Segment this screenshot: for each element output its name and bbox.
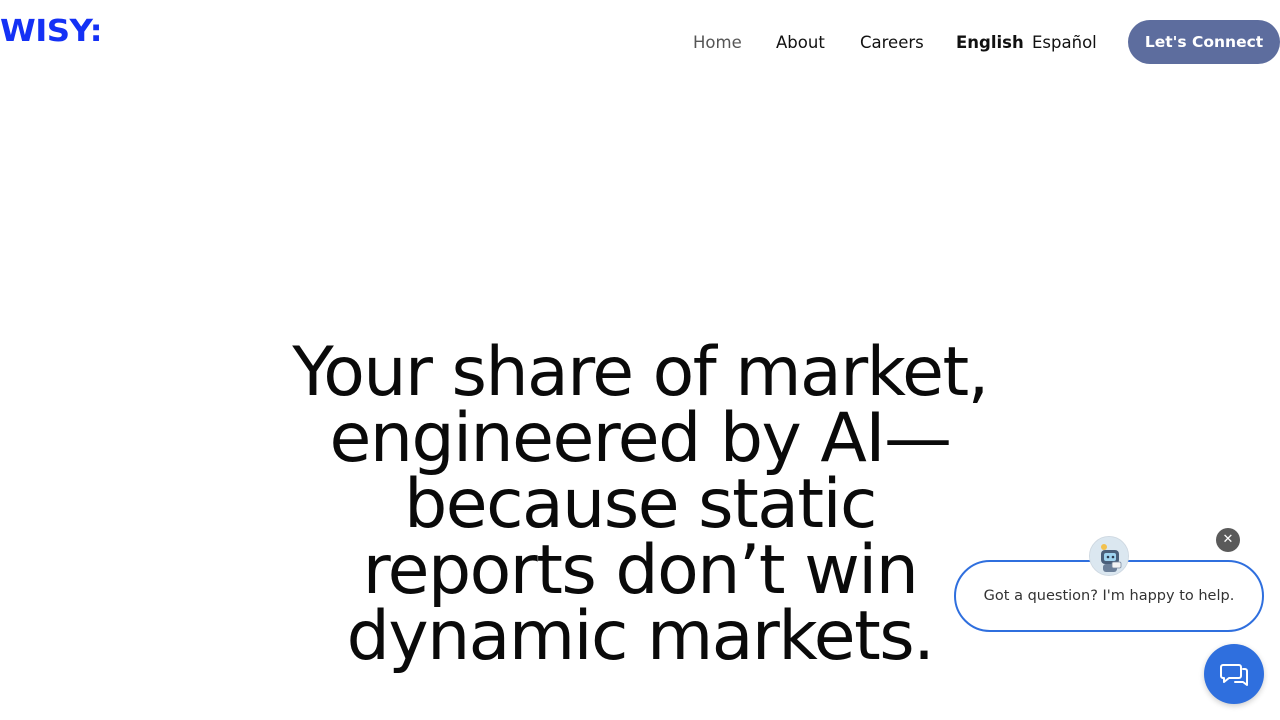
hero-line: Your share of market, xyxy=(292,333,989,412)
hero-headline: Your share of market, engineered by AI— … xyxy=(240,333,1040,676)
robot-avatar-icon xyxy=(1089,536,1129,576)
hero-line: engineered by AI— xyxy=(329,399,952,478)
chat-bubbles-icon[interactable] xyxy=(1204,644,1264,704)
page: WISY: Home About Careers English Español… xyxy=(0,0,1280,720)
nav-about-link[interactable]: About xyxy=(776,28,825,58)
lang-espanol-link[interactable]: Español xyxy=(1032,28,1097,58)
chat-prompt-text: Got a question? I'm happy to help. xyxy=(983,588,1235,604)
main-nav: Home About Careers English Español xyxy=(0,28,1280,58)
nav-careers-link[interactable]: Careers xyxy=(860,28,924,58)
chat-close-icon[interactable]: ✕ xyxy=(1216,528,1240,552)
lets-connect-button[interactable]: Let's Connect xyxy=(1128,20,1280,64)
hero-line: reports don’t win xyxy=(362,531,919,610)
nav-home-link[interactable]: Home xyxy=(693,28,742,58)
lang-english-link[interactable]: English xyxy=(956,28,1024,58)
hero-line: dynamic markets. xyxy=(346,597,935,676)
hero-line: because static xyxy=(404,465,877,544)
